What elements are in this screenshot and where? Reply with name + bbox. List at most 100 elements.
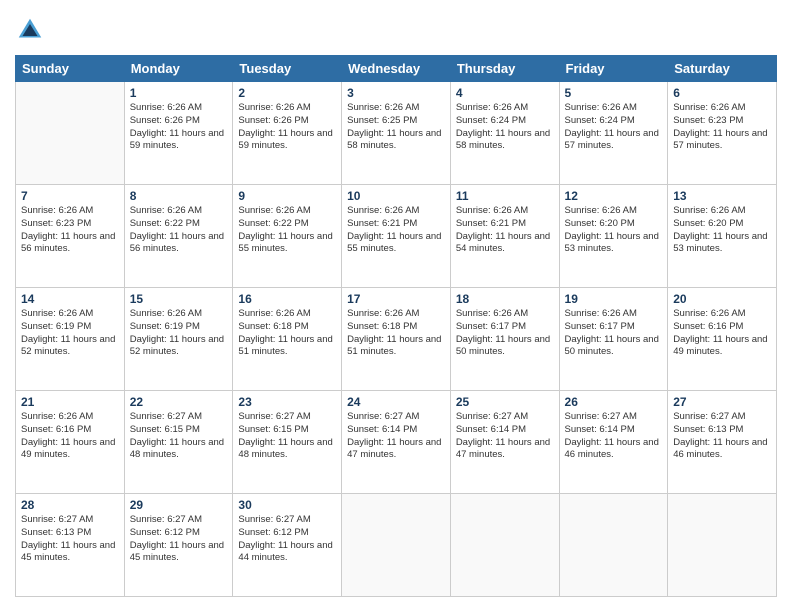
calendar-cell: 24 Sunrise: 6:27 AMSunset: 6:14 PMDaylig…	[342, 391, 451, 494]
day-info: Sunrise: 6:26 AMSunset: 6:22 PMDaylight:…	[238, 205, 336, 256]
day-info: Sunrise: 6:27 AMSunset: 6:13 PMDaylight:…	[673, 411, 771, 462]
calendar-cell: 21 Sunrise: 6:26 AMSunset: 6:16 PMDaylig…	[16, 391, 125, 494]
day-number: 26	[565, 395, 663, 409]
day-number: 25	[456, 395, 554, 409]
calendar-cell: 14 Sunrise: 6:26 AMSunset: 6:19 PMDaylig…	[16, 288, 125, 391]
day-info: Sunrise: 6:27 AMSunset: 6:15 PMDaylight:…	[238, 411, 336, 462]
calendar-cell: 17 Sunrise: 6:26 AMSunset: 6:18 PMDaylig…	[342, 288, 451, 391]
calendar-cell: 30 Sunrise: 6:27 AMSunset: 6:12 PMDaylig…	[233, 494, 342, 597]
header	[15, 15, 777, 45]
day-number: 7	[21, 189, 119, 203]
calendar-day-header: Friday	[559, 56, 668, 82]
calendar-cell: 26 Sunrise: 6:27 AMSunset: 6:14 PMDaylig…	[559, 391, 668, 494]
day-info: Sunrise: 6:26 AMSunset: 6:16 PMDaylight:…	[673, 308, 771, 359]
day-info: Sunrise: 6:27 AMSunset: 6:13 PMDaylight:…	[21, 514, 119, 565]
day-info: Sunrise: 6:26 AMSunset: 6:24 PMDaylight:…	[456, 102, 554, 153]
calendar-cell: 10 Sunrise: 6:26 AMSunset: 6:21 PMDaylig…	[342, 185, 451, 288]
day-number: 11	[456, 189, 554, 203]
day-info: Sunrise: 6:26 AMSunset: 6:19 PMDaylight:…	[130, 308, 228, 359]
calendar-cell: 12 Sunrise: 6:26 AMSunset: 6:20 PMDaylig…	[559, 185, 668, 288]
day-number: 27	[673, 395, 771, 409]
calendar-cell: 8 Sunrise: 6:26 AMSunset: 6:22 PMDayligh…	[124, 185, 233, 288]
calendar-day-header: Sunday	[16, 56, 125, 82]
calendar-cell: 27 Sunrise: 6:27 AMSunset: 6:13 PMDaylig…	[668, 391, 777, 494]
day-info: Sunrise: 6:27 AMSunset: 6:14 PMDaylight:…	[347, 411, 445, 462]
day-info: Sunrise: 6:26 AMSunset: 6:23 PMDaylight:…	[673, 102, 771, 153]
day-number: 3	[347, 86, 445, 100]
day-number: 23	[238, 395, 336, 409]
day-number: 9	[238, 189, 336, 203]
day-number: 10	[347, 189, 445, 203]
calendar-cell: 13 Sunrise: 6:26 AMSunset: 6:20 PMDaylig…	[668, 185, 777, 288]
day-info: Sunrise: 6:27 AMSunset: 6:14 PMDaylight:…	[565, 411, 663, 462]
day-info: Sunrise: 6:27 AMSunset: 6:14 PMDaylight:…	[456, 411, 554, 462]
calendar-cell: 20 Sunrise: 6:26 AMSunset: 6:16 PMDaylig…	[668, 288, 777, 391]
day-number: 24	[347, 395, 445, 409]
day-number: 22	[130, 395, 228, 409]
day-number: 4	[456, 86, 554, 100]
day-info: Sunrise: 6:26 AMSunset: 6:18 PMDaylight:…	[238, 308, 336, 359]
day-info: Sunrise: 6:26 AMSunset: 6:25 PMDaylight:…	[347, 102, 445, 153]
calendar-cell	[342, 494, 451, 597]
day-number: 20	[673, 292, 771, 306]
calendar-cell	[559, 494, 668, 597]
day-info: Sunrise: 6:26 AMSunset: 6:23 PMDaylight:…	[21, 205, 119, 256]
day-number: 6	[673, 86, 771, 100]
day-number: 16	[238, 292, 336, 306]
calendar-cell: 16 Sunrise: 6:26 AMSunset: 6:18 PMDaylig…	[233, 288, 342, 391]
day-info: Sunrise: 6:26 AMSunset: 6:20 PMDaylight:…	[565, 205, 663, 256]
day-info: Sunrise: 6:26 AMSunset: 6:19 PMDaylight:…	[21, 308, 119, 359]
page: SundayMondayTuesdayWednesdayThursdayFrid…	[0, 0, 792, 612]
calendar-cell: 25 Sunrise: 6:27 AMSunset: 6:14 PMDaylig…	[450, 391, 559, 494]
calendar-cell: 11 Sunrise: 6:26 AMSunset: 6:21 PMDaylig…	[450, 185, 559, 288]
calendar-cell: 29 Sunrise: 6:27 AMSunset: 6:12 PMDaylig…	[124, 494, 233, 597]
calendar-week-row: 14 Sunrise: 6:26 AMSunset: 6:19 PMDaylig…	[16, 288, 777, 391]
calendar-header-row: SundayMondayTuesdayWednesdayThursdayFrid…	[16, 56, 777, 82]
calendar-day-header: Saturday	[668, 56, 777, 82]
day-info: Sunrise: 6:26 AMSunset: 6:20 PMDaylight:…	[673, 205, 771, 256]
calendar-cell: 22 Sunrise: 6:27 AMSunset: 6:15 PMDaylig…	[124, 391, 233, 494]
calendar-cell	[668, 494, 777, 597]
day-number: 18	[456, 292, 554, 306]
day-number: 30	[238, 498, 336, 512]
day-number: 12	[565, 189, 663, 203]
calendar-cell: 1 Sunrise: 6:26 AMSunset: 6:26 PMDayligh…	[124, 82, 233, 185]
day-number: 1	[130, 86, 228, 100]
day-number: 21	[21, 395, 119, 409]
calendar-cell: 9 Sunrise: 6:26 AMSunset: 6:22 PMDayligh…	[233, 185, 342, 288]
calendar-day-header: Tuesday	[233, 56, 342, 82]
day-info: Sunrise: 6:27 AMSunset: 6:12 PMDaylight:…	[238, 514, 336, 565]
calendar-cell: 6 Sunrise: 6:26 AMSunset: 6:23 PMDayligh…	[668, 82, 777, 185]
calendar: SundayMondayTuesdayWednesdayThursdayFrid…	[15, 55, 777, 597]
calendar-cell: 19 Sunrise: 6:26 AMSunset: 6:17 PMDaylig…	[559, 288, 668, 391]
day-info: Sunrise: 6:26 AMSunset: 6:17 PMDaylight:…	[565, 308, 663, 359]
calendar-cell: 28 Sunrise: 6:27 AMSunset: 6:13 PMDaylig…	[16, 494, 125, 597]
day-info: Sunrise: 6:26 AMSunset: 6:26 PMDaylight:…	[238, 102, 336, 153]
day-number: 29	[130, 498, 228, 512]
logo	[15, 15, 50, 45]
day-info: Sunrise: 6:27 AMSunset: 6:15 PMDaylight:…	[130, 411, 228, 462]
day-info: Sunrise: 6:26 AMSunset: 6:16 PMDaylight:…	[21, 411, 119, 462]
day-number: 19	[565, 292, 663, 306]
calendar-week-row: 1 Sunrise: 6:26 AMSunset: 6:26 PMDayligh…	[16, 82, 777, 185]
calendar-day-header: Thursday	[450, 56, 559, 82]
day-number: 2	[238, 86, 336, 100]
calendar-week-row: 28 Sunrise: 6:27 AMSunset: 6:13 PMDaylig…	[16, 494, 777, 597]
day-number: 5	[565, 86, 663, 100]
day-info: Sunrise: 6:26 AMSunset: 6:17 PMDaylight:…	[456, 308, 554, 359]
day-info: Sunrise: 6:26 AMSunset: 6:26 PMDaylight:…	[130, 102, 228, 153]
day-info: Sunrise: 6:26 AMSunset: 6:22 PMDaylight:…	[130, 205, 228, 256]
day-info: Sunrise: 6:26 AMSunset: 6:21 PMDaylight:…	[347, 205, 445, 256]
calendar-day-header: Monday	[124, 56, 233, 82]
calendar-cell: 23 Sunrise: 6:27 AMSunset: 6:15 PMDaylig…	[233, 391, 342, 494]
calendar-week-row: 21 Sunrise: 6:26 AMSunset: 6:16 PMDaylig…	[16, 391, 777, 494]
calendar-cell: 4 Sunrise: 6:26 AMSunset: 6:24 PMDayligh…	[450, 82, 559, 185]
day-number: 17	[347, 292, 445, 306]
day-info: Sunrise: 6:26 AMSunset: 6:21 PMDaylight:…	[456, 205, 554, 256]
calendar-cell: 3 Sunrise: 6:26 AMSunset: 6:25 PMDayligh…	[342, 82, 451, 185]
day-info: Sunrise: 6:26 AMSunset: 6:24 PMDaylight:…	[565, 102, 663, 153]
day-number: 8	[130, 189, 228, 203]
calendar-cell: 7 Sunrise: 6:26 AMSunset: 6:23 PMDayligh…	[16, 185, 125, 288]
calendar-cell	[16, 82, 125, 185]
day-number: 28	[21, 498, 119, 512]
